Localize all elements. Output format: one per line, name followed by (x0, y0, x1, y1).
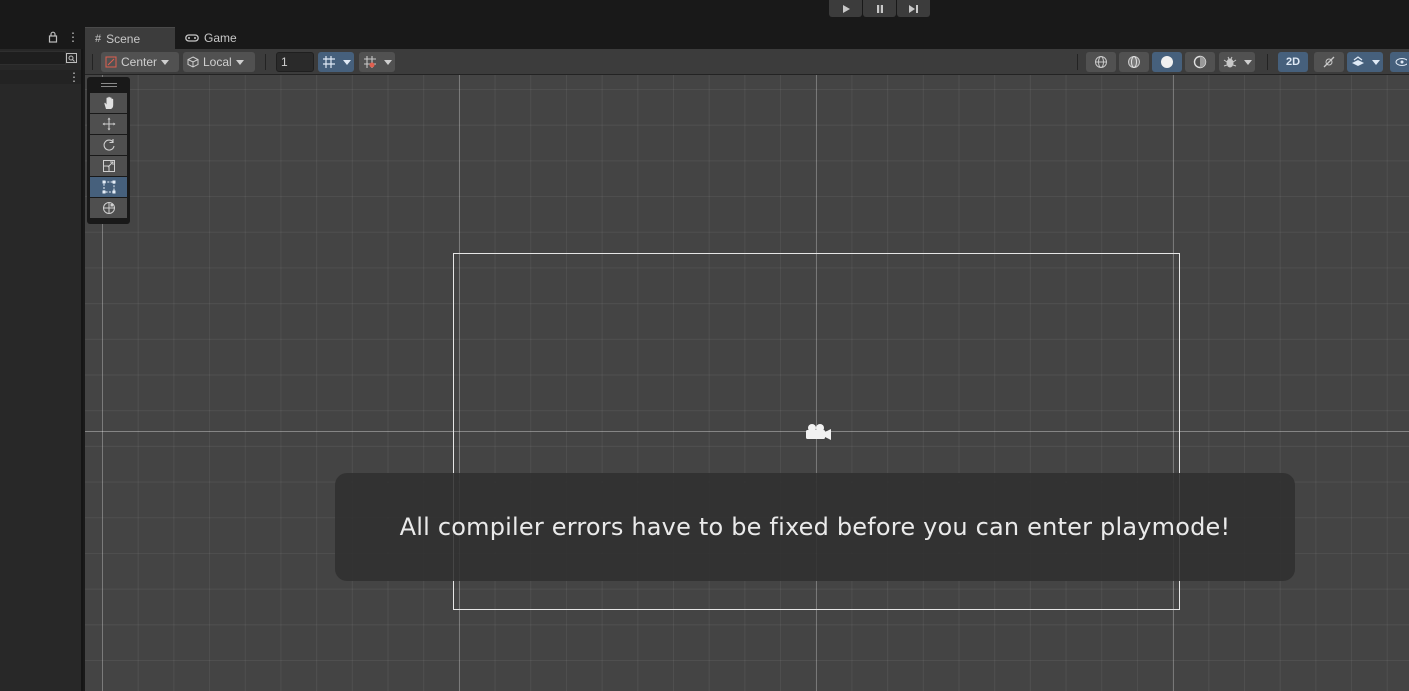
drag-handle-icon[interactable] (100, 83, 117, 87)
wireframe-mode-button[interactable] (1086, 52, 1116, 72)
panel-menu-icon[interactable]: ⋮ (67, 30, 79, 44)
transform-gizmo-icon (102, 202, 115, 214)
visibility-button[interactable] (1390, 52, 1409, 72)
toolbar-divider (1077, 54, 1078, 70)
lock-icon[interactable] (48, 31, 58, 43)
chevron-down-icon (235, 59, 244, 65)
eye-icon (1395, 58, 1407, 66)
hand-tool-button[interactable] (90, 93, 127, 113)
pivot-center-icon (105, 56, 117, 68)
increment-snap-options[interactable] (381, 52, 395, 72)
hand-icon (103, 96, 113, 109)
play-icon (842, 4, 850, 13)
shaded-wireframe-button[interactable] (1119, 52, 1149, 72)
tab-scene[interactable]: # Scene (85, 27, 175, 49)
row-menu-icon[interactable]: ⋮ (68, 70, 80, 84)
shaded-sphere-icon (1161, 56, 1173, 68)
rotate-icon (103, 139, 115, 151)
pause-icon (876, 4, 883, 13)
view-tabs: # Scene Game (85, 27, 247, 49)
hierarchy-search-input[interactable] (0, 51, 66, 65)
scale-icon (102, 160, 115, 172)
space-label: Local (203, 55, 232, 69)
rect-transform-icon (102, 180, 115, 194)
tab-scene-label: Scene (106, 31, 141, 46)
scene-toolbar: Center Local 1 2D (85, 49, 1409, 75)
chevron-down-icon (384, 59, 392, 65)
tab-game[interactable]: Game (175, 27, 247, 49)
scale-tool-button[interactable] (90, 156, 127, 176)
play-controls (829, 0, 930, 17)
bug-icon (1223, 56, 1237, 68)
scene-viewport[interactable] (85, 75, 1409, 691)
shaded-mode-button[interactable] (1152, 52, 1182, 72)
search-options-icon[interactable] (64, 51, 78, 65)
move-arrows-icon (102, 117, 115, 131)
rotate-tool-button[interactable] (90, 135, 127, 155)
effects-button[interactable] (1347, 52, 1369, 72)
pause-button[interactable] (863, 0, 896, 17)
chevron-down-icon (161, 59, 170, 65)
camera-gizmo-icon[interactable] (802, 420, 832, 444)
toolbar-divider (265, 54, 266, 70)
debug-draw-options[interactable] (1241, 52, 1255, 72)
pivot-label: Center (121, 55, 158, 69)
space-dropdown[interactable]: Local (183, 52, 255, 72)
hierarchy-row[interactable]: ⋮ (0, 70, 81, 84)
top-toolbar (0, 0, 1409, 27)
transform-tool-button[interactable] (90, 198, 127, 218)
increment-snap-button[interactable] (359, 52, 381, 72)
rect-tool-button[interactable] (90, 177, 127, 197)
tab-game-label: Game (204, 31, 237, 45)
chevron-down-icon (343, 59, 351, 65)
lighting-mode-button[interactable] (1185, 52, 1215, 72)
grid-size-input[interactable]: 1 (276, 52, 314, 72)
effects-options[interactable] (1369, 52, 1383, 72)
notification-message: All compiler errors have to be fixed bef… (399, 513, 1231, 541)
grid-snapping-button[interactable] (318, 52, 340, 72)
debug-draw-button[interactable] (1219, 52, 1241, 72)
toolbar-divider (1267, 54, 1268, 70)
hierarchy-tab-row: ⋮ (0, 27, 83, 49)
grid-snap-icon (323, 56, 335, 68)
hierarchy-panel: ⋮ ⋮ (0, 27, 83, 691)
chevron-down-icon (1244, 59, 1252, 65)
gamepad-icon (185, 34, 199, 42)
mode-2d-button[interactable]: 2D (1278, 52, 1308, 72)
playmode-error-notification: All compiler errors have to be fixed bef… (335, 473, 1295, 581)
play-button[interactable] (829, 0, 862, 17)
move-tool-button[interactable] (90, 114, 127, 134)
tool-palette (87, 77, 130, 224)
grid-snap-options[interactable] (340, 52, 354, 72)
chevron-down-icon (1372, 59, 1380, 65)
pivot-dropdown[interactable]: Center (101, 52, 179, 72)
unity-editor: ⋮ ⋮ # Scene Game Center Local 1 2D All c… (0, 0, 1409, 691)
shaded-wire-sphere-icon (1128, 56, 1140, 68)
increment-snap-icon (364, 56, 376, 68)
light-off-icon (1323, 56, 1335, 68)
step-button[interactable] (897, 0, 930, 17)
wireframe-sphere-icon (1095, 56, 1107, 68)
local-cube-icon (187, 56, 199, 68)
step-icon (909, 4, 918, 13)
effects-layers-icon (1352, 56, 1364, 66)
half-sphere-icon (1193, 55, 1207, 69)
toolbar-divider (92, 54, 93, 70)
lighting-toggle-button[interactable] (1314, 52, 1344, 72)
grid-hash-icon: # (95, 32, 102, 45)
